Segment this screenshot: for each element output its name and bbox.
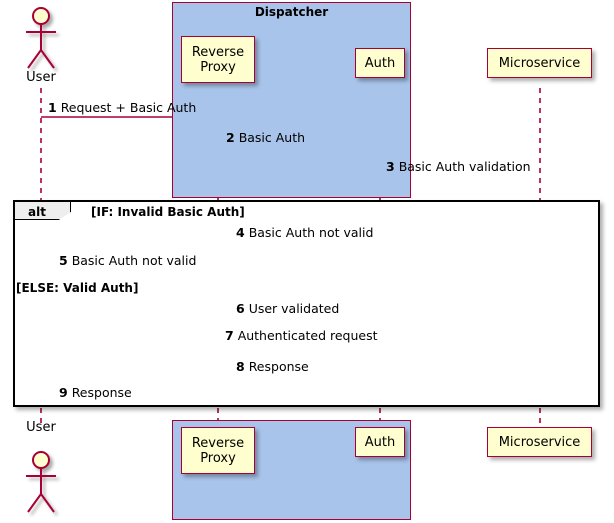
alt-branch-condition-if: [IF: Invalid Basic Auth] <box>91 205 245 219</box>
message-label-9: 9 Response <box>59 385 132 400</box>
message-text-9: Response <box>71 385 132 400</box>
message-number-9: 9 <box>59 385 68 400</box>
participant-box-reverseproxy-bottom[interactable]: Reverse Proxy <box>181 427 255 474</box>
message-number-8: 8 <box>236 359 245 374</box>
participant-label-auth-bottom: Auth <box>364 434 396 450</box>
actor-label-user-bottom: User <box>26 420 56 435</box>
participant-label-auth: Auth <box>364 55 396 71</box>
message-number-2: 2 <box>226 130 235 145</box>
participant-label-reverseproxy-line2: Proxy <box>200 59 236 75</box>
participant-box-microservice-bottom[interactable]: Microservice <box>487 427 592 457</box>
alt-branch-condition-else: [ELSE: Valid Auth] <box>16 281 139 295</box>
participant-box-auth-bottom[interactable]: Auth <box>355 427 405 457</box>
actor-label-user-top: User <box>26 70 56 85</box>
actor-user-bottom-figure <box>26 451 56 513</box>
participant-box-reverseproxy-top[interactable]: Reverse Proxy <box>181 36 255 83</box>
dispatcher-group-box-top <box>172 2 411 198</box>
message-number-6: 6 <box>236 301 245 316</box>
dispatcher-group-title: Dispatcher <box>254 5 329 19</box>
message-label-2: 2 Basic Auth <box>226 130 305 145</box>
message-text-7: Authenticated request <box>237 328 378 343</box>
message-number-1: 1 <box>48 100 57 115</box>
message-text-2: Basic Auth <box>238 130 306 145</box>
participant-label-reverseproxy-line1: Reverse <box>191 44 245 60</box>
message-number-3: 3 <box>386 159 395 174</box>
sequence-diagram-canvas: Dispatcher alt [IF: Invalid Basic Auth] … <box>0 0 614 523</box>
participant-label-reverseproxy-bottom-line1: Reverse <box>191 435 245 451</box>
participant-label-microservice: Microservice <box>498 55 581 71</box>
participant-label-reverseproxy-bottom-line2: Proxy <box>200 450 236 466</box>
actor-user-top-figure <box>26 7 56 69</box>
message-label-8: 8 Response <box>236 359 309 374</box>
alt-operator-label: alt <box>28 205 46 219</box>
message-text-1: Request + Basic Auth <box>60 100 197 115</box>
message-text-4: Basic Auth not valid <box>248 225 374 240</box>
participant-box-microservice-top[interactable]: Microservice <box>487 48 592 78</box>
message-number-5: 5 <box>59 253 68 268</box>
message-label-7: 7 Authenticated request <box>225 328 378 343</box>
message-label-6: 6 User validated <box>236 301 339 316</box>
message-label-1: 1 Request + Basic Auth <box>48 100 196 115</box>
message-label-4: 4 Basic Auth not valid <box>236 225 373 240</box>
message-text-5: Basic Auth not valid <box>71 253 197 268</box>
message-text-6: User validated <box>248 301 340 316</box>
message-number-7: 7 <box>225 328 234 343</box>
message-label-3: 3 Basic Auth validation <box>386 159 531 174</box>
participant-box-auth-top[interactable]: Auth <box>355 48 405 78</box>
participant-label-microservice-bottom: Microservice <box>498 434 581 450</box>
message-text-8: Response <box>248 359 309 374</box>
message-label-5: 5 Basic Auth not valid <box>59 253 196 268</box>
message-number-4: 4 <box>236 225 245 240</box>
message-text-3: Basic Auth validation <box>398 159 531 174</box>
